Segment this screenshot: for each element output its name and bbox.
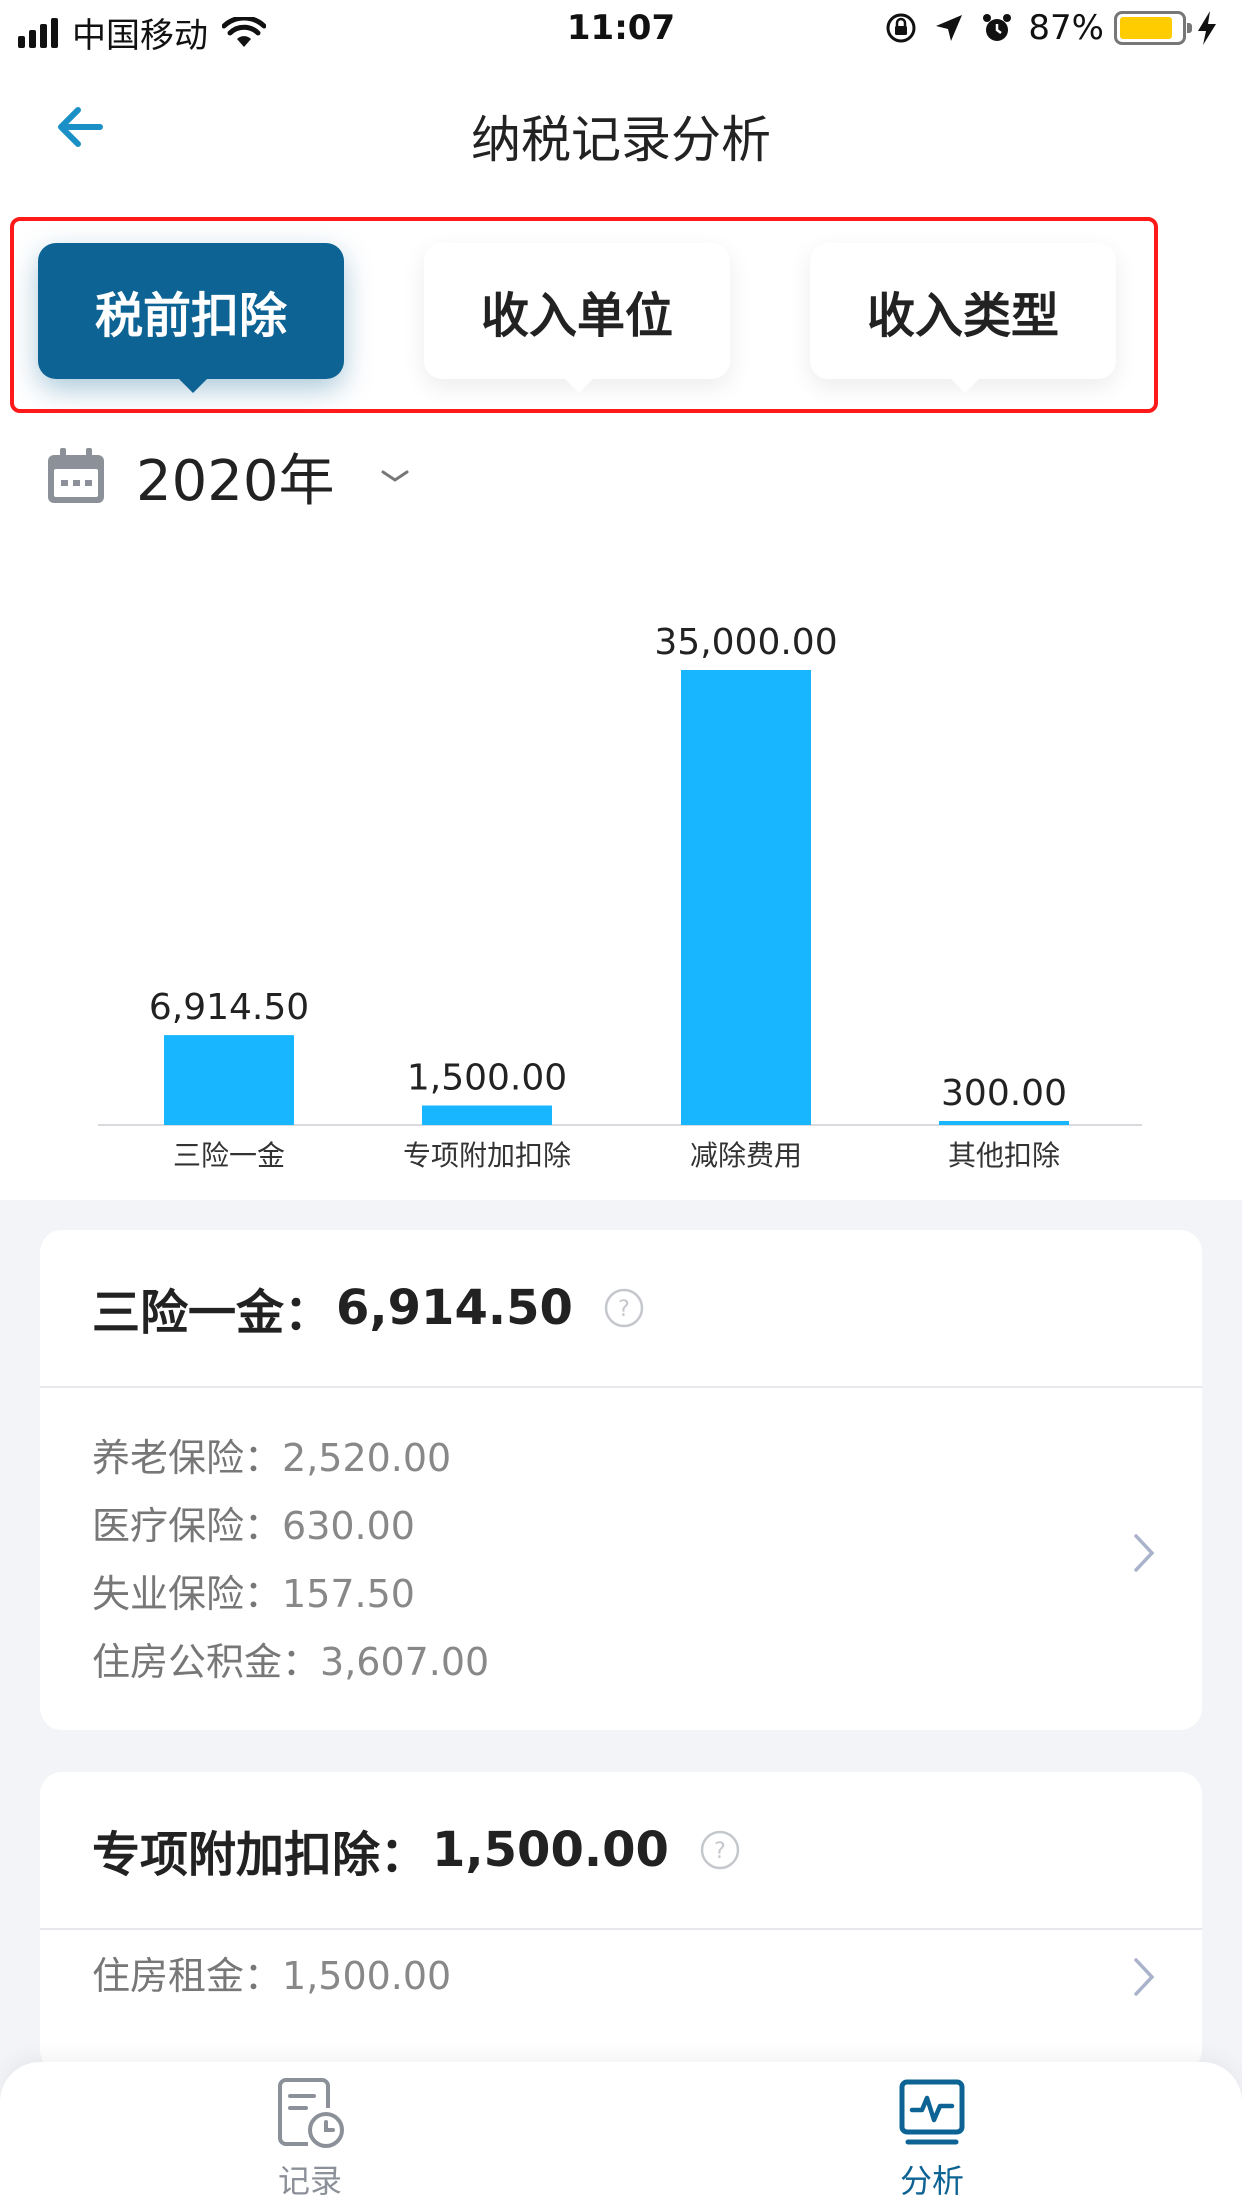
year-value: 2020年 <box>136 448 335 514</box>
rotation-lock-icon <box>886 13 916 43</box>
tab-pointer <box>179 379 207 393</box>
detail-label: 住房公积金： <box>92 1640 321 1684</box>
bar-value-label: 1,500.00 <box>407 1058 567 1099</box>
tabbar-label: 记录 <box>277 2162 342 2200</box>
bar-value-label: 6,914.50 <box>149 987 309 1028</box>
help-icon[interactable]: ? <box>699 1829 741 1871</box>
detail-line: 养老保险：2,520.00 <box>92 1424 1150 1492</box>
card-title: 三险一金： <box>92 1285 333 1341</box>
nav-bar: 纳税记录分析 <box>0 62 1242 192</box>
deduction-bar-chart: 6,914.50 三险一金 1,500.00 专项附加扣除 35,000.00 减除费用 3… <box>98 622 1142 1172</box>
detail-value: 2,520.00 <box>282 1436 452 1480</box>
bar-value-label: 35,000.00 <box>654 622 837 663</box>
card-social-insurance[interactable]: 三险一金： 6,914.50 ? 养老保险：2,520.00 医疗保险：630.… <box>40 1230 1202 1730</box>
tabbar-item-analysis[interactable]: 分析 <box>852 2072 1012 2202</box>
card-body: 养老保险：2,520.00 医疗保险：630.00 失业保险：157.50 住房… <box>40 1388 1202 1720</box>
svg-text:?: ? <box>714 1839 726 1864</box>
chart-bar[interactable] <box>681 670 811 1125</box>
chart-bar[interactable] <box>939 1121 1069 1125</box>
tab-pointer <box>565 379 593 393</box>
card-header: 三险一金： 6,914.50 ? <box>40 1230 1202 1388</box>
card-special-deduction[interactable]: 专项附加扣除： 1,500.00 ? 住房租金：1,500.00 <box>40 1772 1202 2072</box>
detail-section: 三险一金： 6,914.50 ? 养老保险：2,520.00 医疗保险：630.… <box>0 1200 1242 2208</box>
bottom-tab-bar: 记录 分析 <box>0 2062 1242 2208</box>
chevron-right-icon[interactable] <box>1132 1532 1156 1574</box>
tabbar-item-record[interactable]: 记录 <box>230 2072 390 2202</box>
detail-label: 养老保险： <box>92 1436 283 1480</box>
tab-income-unit[interactable]: 收入单位 <box>424 243 730 393</box>
detail-value: 3,607.00 <box>320 1640 490 1684</box>
charging-icon <box>1198 11 1216 45</box>
card-amount: 1,500.00 <box>432 1822 669 1878</box>
battery-icon <box>1114 11 1192 45</box>
calendar-icon <box>48 448 104 503</box>
tab-label: 收入单位 <box>480 288 673 344</box>
location-icon <box>936 15 963 41</box>
status-bar: 中国移动 11:07 87% <box>0 0 1242 62</box>
tabbar-label: 分析 <box>899 2162 964 2200</box>
tab-pointer <box>951 379 979 393</box>
help-icon[interactable]: ? <box>603 1287 645 1329</box>
detail-label: 医疗保险： <box>92 1504 283 1548</box>
category-label: 其他扣除 <box>948 1139 1060 1172</box>
alarm-icon <box>983 14 1012 41</box>
detail-label: 住房租金： <box>92 1954 283 1998</box>
category-label: 专项附加扣除 <box>403 1139 571 1172</box>
page-title: 纳税记录分析 <box>471 111 771 169</box>
tab-label: 收入类型 <box>866 288 1059 344</box>
battery-percent: 87% <box>1028 8 1104 48</box>
detail-label: 失业保险： <box>92 1572 283 1616</box>
detail-value: 630.00 <box>282 1504 415 1548</box>
card-body: 住房租金：1,500.00 <box>40 1930 1202 2034</box>
category-label: 三险一金 <box>173 1139 285 1172</box>
tab-pretax-deduction[interactable]: 税前扣除 <box>38 243 344 393</box>
card-header: 专项附加扣除： 1,500.00 ? <box>40 1772 1202 1930</box>
card-title: 专项附加扣除： <box>92 1827 429 1883</box>
detail-line: 失业保险：157.50 <box>92 1560 1150 1628</box>
chevron-down-icon <box>381 470 409 482</box>
detail-line: 住房租金：1,500.00 <box>92 1942 1150 2010</box>
bar-value-label: 300.00 <box>941 1073 1067 1114</box>
analysis-icon <box>899 2079 965 2145</box>
tab-income-type[interactable]: 收入类型 <box>810 243 1116 393</box>
status-right: 87% <box>884 8 1218 48</box>
detail-line: 医疗保险：630.00 <box>92 1492 1150 1560</box>
category-label: 减除费用 <box>690 1139 802 1172</box>
tabs-highlight-frame: 税前扣除 收入单位 收入类型 <box>10 217 1158 413</box>
chevron-right-icon[interactable] <box>1132 1956 1156 1998</box>
chart-bar[interactable] <box>422 1105 552 1126</box>
detail-line: 住房公积金：3,607.00 <box>92 1628 1150 1696</box>
detail-value: 157.50 <box>282 1572 415 1616</box>
card-amount: 6,914.50 <box>336 1280 573 1336</box>
record-icon <box>278 2078 344 2148</box>
tab-label: 税前扣除 <box>94 288 287 344</box>
svg-text:?: ? <box>618 1297 630 1322</box>
detail-value: 1,500.00 <box>282 1954 452 1998</box>
chart-bar[interactable] <box>164 1035 294 1125</box>
year-selector[interactable]: 2020年 <box>46 440 411 514</box>
